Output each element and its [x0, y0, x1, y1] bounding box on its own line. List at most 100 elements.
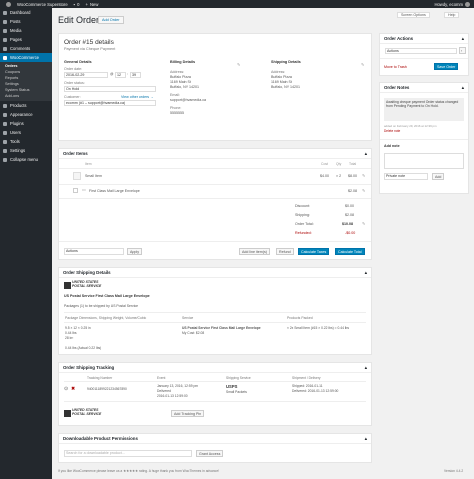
- delete-note-link[interactable]: Delete note: [384, 129, 400, 133]
- sidebar-item-posts[interactable]: Posts: [0, 17, 52, 26]
- order-notes-box: Order Notes ▴ Awaiting cheque payment Ord…: [379, 82, 469, 194]
- billing-email-link[interactable]: support@hvamedia.ca: [170, 98, 206, 102]
- packed-product-link[interactable]: × 2x Small Item (#15 × 0.22 lbs) = 0.44 …: [287, 326, 349, 330]
- item-cost: $4.00: [320, 174, 329, 178]
- order-items-title: Order Items: [63, 151, 88, 156]
- comment-icon: ▪: [73, 1, 76, 7]
- edit-item-icon[interactable]: ✎: [362, 173, 365, 178]
- customer-select[interactable]: ecomm (#1 – support@hvamedia.ca): [64, 100, 156, 106]
- apply-action-button[interactable]: ›: [459, 47, 466, 54]
- billing-address-line: Buffalo Pizza: [170, 75, 191, 79]
- collapse-arrow-icon[interactable]: ▴: [365, 365, 367, 371]
- new-content-link[interactable]: + New: [86, 2, 99, 7]
- order-items-header[interactable]: Order Items ▴: [59, 149, 371, 159]
- order-date-input[interactable]: 2016-02-29: [64, 72, 108, 78]
- sidebar-item-products[interactable]: Products: [0, 101, 52, 110]
- truck-icon: ▭: [82, 187, 86, 192]
- package-cost: My Cost: $2.08: [182, 331, 205, 335]
- collapse-arrow-icon[interactable]: ▴: [365, 151, 367, 157]
- note-textarea[interactable]: [384, 153, 464, 169]
- usps-logo: UNITED STATES POSTAL SERVICE: [64, 408, 104, 418]
- edit-billing-icon[interactable]: ✎: [237, 62, 240, 67]
- add-note-button[interactable]: Add: [432, 173, 445, 180]
- grant-access-button[interactable]: Grant Access: [196, 450, 224, 457]
- sidebar-item-tools[interactable]: Tools: [0, 137, 52, 146]
- sidebar-item-users[interactable]: Users: [0, 128, 52, 137]
- shipping-heading: Shipping Details: [271, 60, 301, 64]
- order-actions-title: Order Actions: [384, 36, 414, 41]
- shipping-details-box: Order Shipping Details ▴ UNITED STATES POS…: [58, 267, 372, 355]
- billing-address-label: Address:: [170, 70, 185, 74]
- save-order-button[interactable]: Save Order: [434, 63, 459, 70]
- sidebar-item-appearance[interactable]: Appearance: [0, 110, 52, 119]
- note-type-select[interactable]: Private note: [384, 173, 428, 180]
- col-cost: Cost: [321, 162, 328, 166]
- submenu-addons[interactable]: Add-ons: [0, 93, 52, 99]
- collapse-arrow-icon[interactable]: ▴: [365, 270, 367, 276]
- shipping-checkbox[interactable]: [73, 188, 78, 193]
- collapse-arrow-icon[interactable]: ▴: [365, 436, 367, 442]
- view-tracking-icon[interactable]: ⊙: [64, 386, 68, 392]
- sidebar-item-pages[interactable]: Pages: [0, 35, 52, 44]
- admin-topbar: WooCommerce Superstore ▪ 0 + New Howdy, ec…: [0, 0, 474, 8]
- move-to-trash-link[interactable]: Move to Trash: [384, 65, 407, 69]
- billing-address-line: 1169 Main St: [170, 80, 191, 84]
- sidebar-item-settings[interactable]: Settings: [0, 146, 52, 155]
- howdy-account[interactable]: Howdy, ecomm: [434, 0, 470, 8]
- apply-button[interactable]: Apply: [127, 248, 142, 255]
- order-total-label: Order Total:: [295, 222, 314, 226]
- help-tab[interactable]: Help: [444, 12, 460, 18]
- sidebar-item-woocommerce[interactable]: WooCommerce: [0, 53, 52, 62]
- sidebar-item-comments[interactable]: Comments: [0, 44, 52, 53]
- products-icon: [3, 103, 7, 108]
- calculate-total-button[interactable]: Calculate Total: [335, 248, 365, 255]
- sidebar-item-plugins[interactable]: Plugins: [0, 119, 52, 128]
- shipping-details-header[interactable]: Order Shipping Details ▴: [59, 268, 371, 278]
- sidebar-item-dashboard[interactable]: Dashboard: [0, 8, 52, 17]
- order-action-select[interactable]: Actions: [385, 48, 457, 54]
- refund-button[interactable]: Refund: [276, 248, 294, 255]
- view-other-orders-link[interactable]: View other orders →: [121, 95, 154, 99]
- collapse-arrow-icon[interactable]: ▴: [462, 85, 464, 91]
- hour-input[interactable]: 12: [115, 72, 126, 78]
- sidebar-item-media[interactable]: Media: [0, 26, 52, 35]
- bulk-actions-select[interactable]: Actions: [64, 248, 124, 255]
- actual-weight: 0.44 lbs (Actual 0.22 lbs): [65, 346, 102, 350]
- edit-shipping-line-icon[interactable]: ✎: [362, 188, 365, 193]
- comments-link[interactable]: ▪ 0: [74, 2, 80, 7]
- shipping-line-total: $2.08: [348, 189, 357, 193]
- downloads-header[interactable]: Downloadable Product Permissions ▴: [59, 434, 371, 444]
- order-notes-title: Order Notes: [384, 85, 410, 90]
- screen-options-tab[interactable]: Screen Options: [397, 12, 430, 18]
- calculate-taxes-button[interactable]: Calculate Taxes: [298, 248, 330, 255]
- downloadable-product-search[interactable]: Search for a downloadable product...: [64, 450, 192, 457]
- order-notes-header[interactable]: Order Notes ▴: [380, 83, 468, 93]
- col-products: Products Packed: [287, 316, 313, 320]
- order-status-select[interactable]: On Hold: [64, 86, 156, 92]
- package-dims: 9.5 × 12 × 0.25 in: [65, 326, 91, 330]
- item-name-link[interactable]: Small Item: [85, 174, 102, 178]
- tracking-number-link[interactable]: 9400111899221234567890: [87, 387, 127, 391]
- edit-total-icon[interactable]: ✎: [362, 221, 365, 226]
- date-label: Order date:: [64, 67, 83, 71]
- shipping-label: Shipping:: [295, 213, 310, 217]
- order-actions-header[interactable]: Order Actions ▴: [380, 34, 468, 44]
- avatar: [465, 1, 470, 7]
- billing-address-line: Buffalo, NY 14201: [170, 85, 200, 89]
- collapse-menu[interactable]: Collapse menu: [0, 155, 52, 164]
- minute-input[interactable]: 39: [130, 72, 141, 78]
- footer-rating-text: If you like WooCommerce please leave us …: [58, 469, 220, 473]
- billing-phone: 5555555: [170, 111, 184, 115]
- add-line-items-button[interactable]: Add line item(s): [239, 248, 270, 255]
- delete-tracking-icon[interactable]: ✖: [71, 386, 75, 392]
- col-shipping-service: Shipping Service: [226, 376, 251, 380]
- tracking-header[interactable]: Order Shipping Tracking ▴: [59, 363, 371, 373]
- site-name-link[interactable]: WooCommerce Superstore: [17, 2, 68, 7]
- collapse-arrow-icon[interactable]: ▴: [462, 36, 464, 42]
- wp-logo-icon[interactable]: [6, 1, 11, 7]
- shipping-address-label: Address:: [271, 70, 286, 74]
- add-order-button[interactable]: Add Order: [98, 16, 124, 24]
- col-event: Event: [157, 376, 166, 380]
- add-tracking-pin-button[interactable]: Add Tracking Pin: [171, 410, 205, 417]
- edit-shipping-icon[interactable]: ✎: [361, 62, 364, 67]
